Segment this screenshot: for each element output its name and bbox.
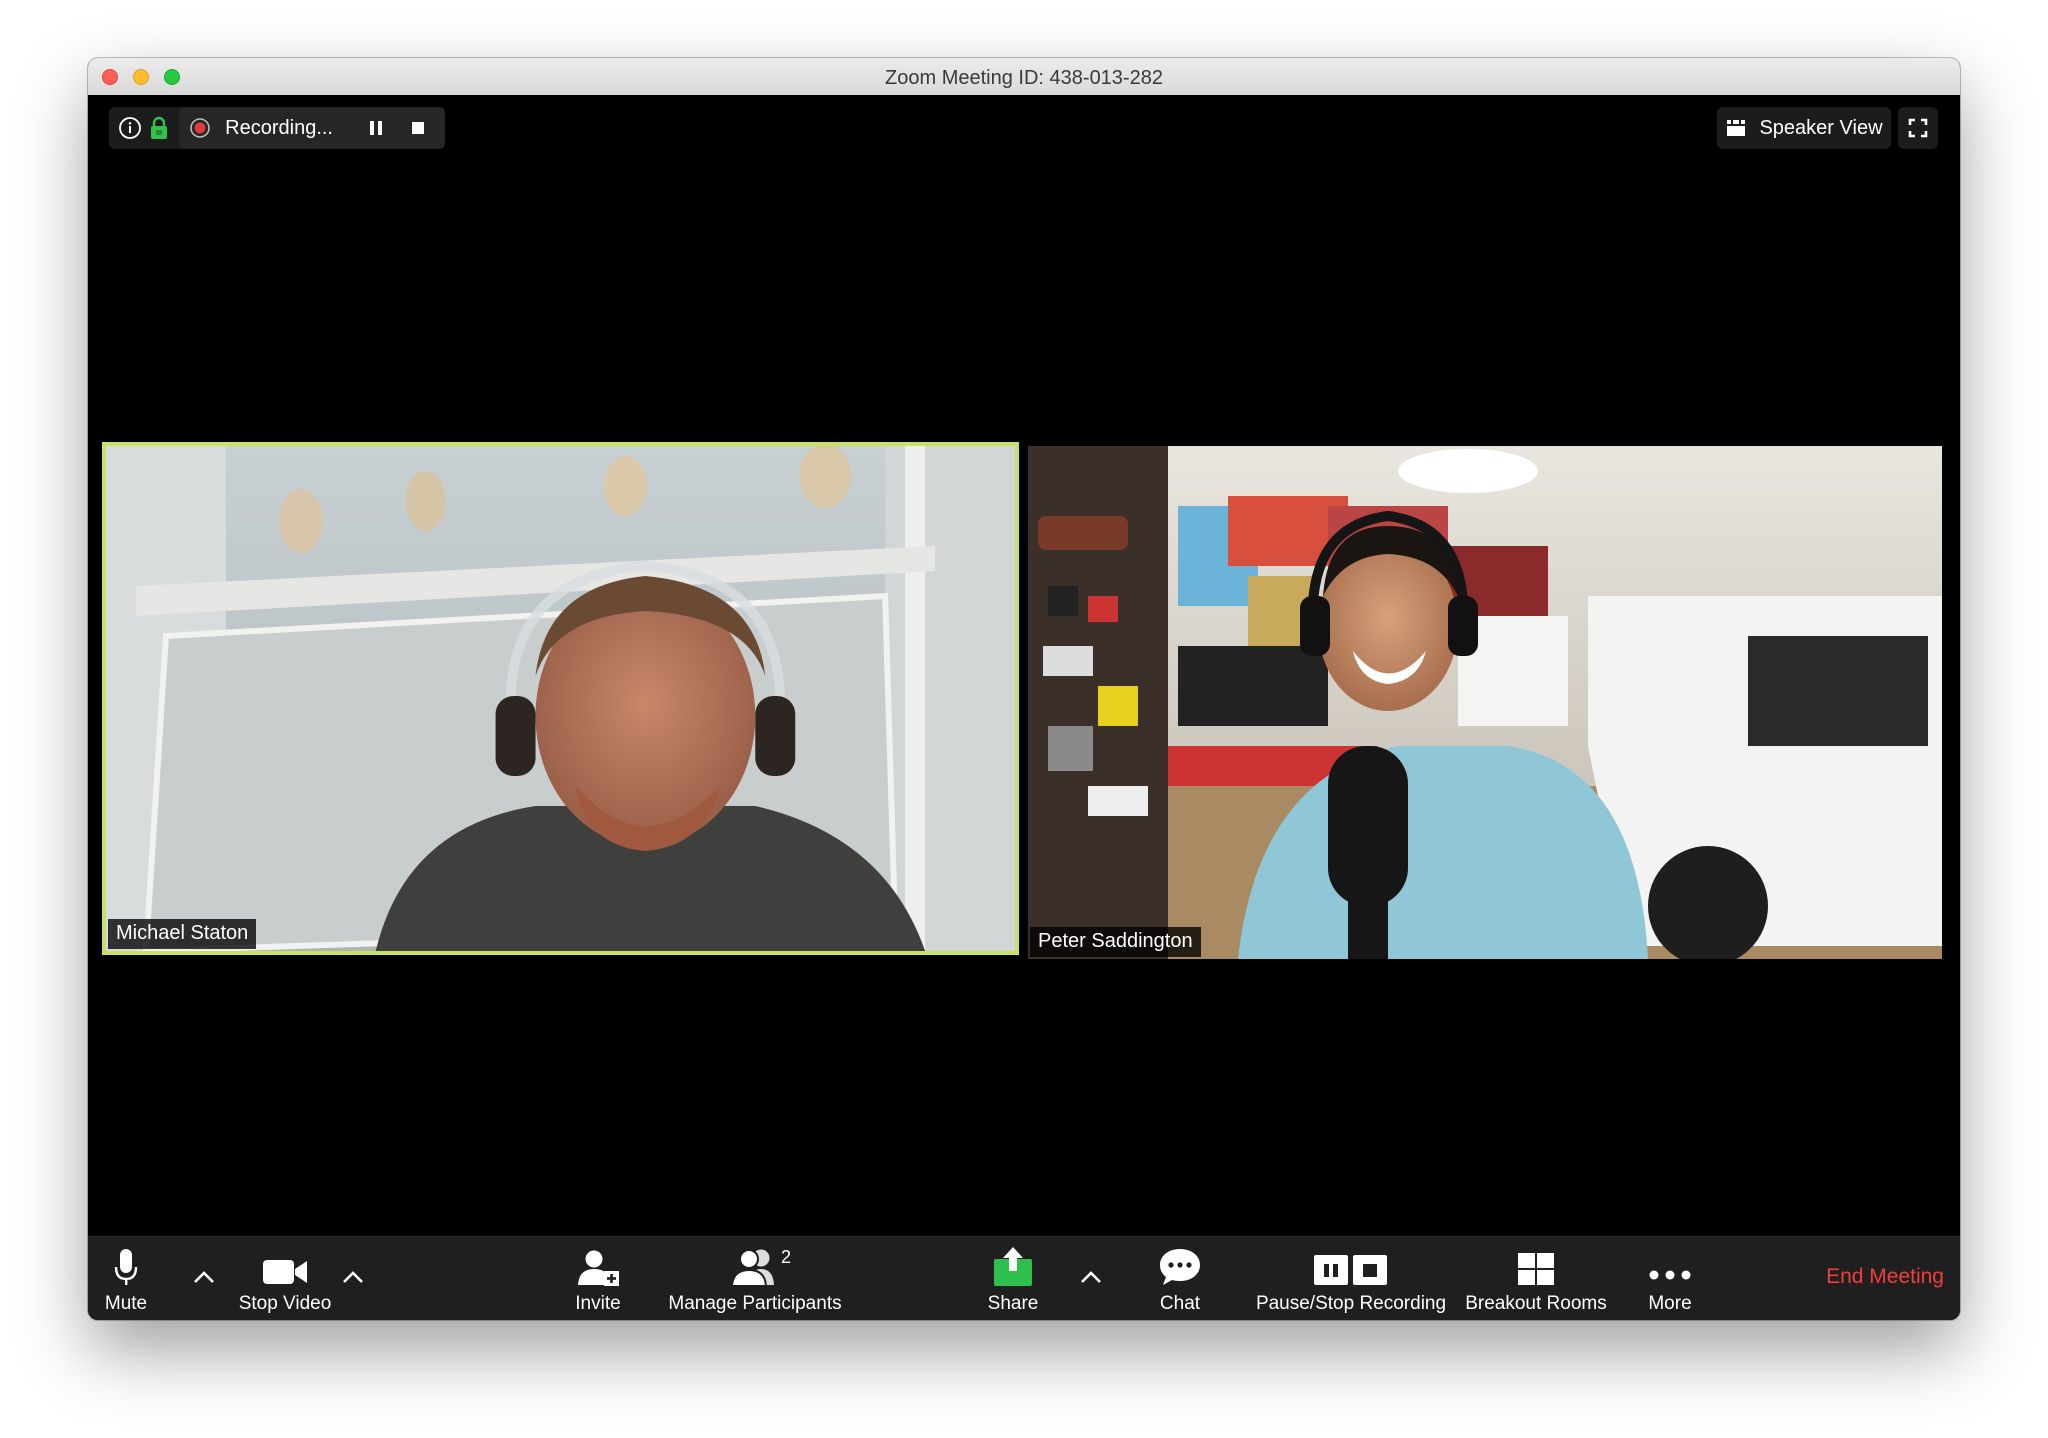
pause-recording-button[interactable] (363, 115, 389, 141)
participant-video-tile[interactable]: Peter Saddington (1028, 446, 1942, 959)
recording-indicator: Recording... (179, 107, 445, 149)
grid-view-icon (1727, 120, 1746, 136)
stop-video-button[interactable]: Stop Video (232, 1245, 338, 1315)
pause-stop-recording-label: Pause/Stop Recording (1255, 1293, 1447, 1314)
title-bar: Zoom Meeting ID: 438-013-282 (88, 58, 1960, 96)
chevron-up-icon (1081, 1271, 1101, 1283)
microphone-icon (114, 1249, 138, 1285)
chat-button[interactable]: Chat (1152, 1245, 1208, 1315)
view-label: Speaker View (1759, 116, 1883, 139)
more-button[interactable]: More (1641, 1245, 1699, 1315)
lock-icon[interactable] (146, 113, 171, 143)
video-options-caret[interactable] (341, 1265, 365, 1289)
chevron-up-icon (194, 1271, 214, 1283)
chat-label: Chat (1159, 1293, 1201, 1314)
participant-name-label: Michael Staton (108, 919, 257, 949)
recording-dot-icon (190, 118, 210, 138)
audio-options-caret[interactable] (192, 1265, 216, 1289)
more-dots-icon (1649, 1270, 1691, 1280)
chevron-up-icon (343, 1271, 363, 1283)
mute-button[interactable]: Mute (103, 1245, 149, 1315)
end-meeting-button[interactable]: End Meeting (1826, 1265, 1944, 1289)
participant-video-tile[interactable]: Michael Staton (102, 442, 1019, 955)
participant-count: 2 (781, 1247, 792, 1267)
meeting-toolbar: Mute Stop Video Invite 2 Manage Particip… (88, 1236, 1960, 1320)
manage-participants-label: Manage Participants (668, 1293, 842, 1314)
fullscreen-icon (1908, 118, 1928, 138)
stop-video-label: Stop Video (238, 1293, 332, 1314)
mute-label: Mute (104, 1293, 148, 1314)
breakout-rooms-icon (1518, 1253, 1554, 1285)
share-screen-icon (994, 1247, 1032, 1286)
window-title: Zoom Meeting ID: 438-013-282 (885, 67, 1163, 89)
breakout-rooms-button[interactable]: Breakout Rooms (1463, 1245, 1609, 1315)
fullscreen-button[interactable] (1898, 107, 1938, 149)
more-label: More (1648, 1293, 1692, 1314)
info-icon[interactable] (117, 113, 142, 143)
stop-icon (412, 122, 424, 134)
participant-video-feed (1028, 446, 1942, 959)
video-stage: Recording... Speaker View Michael Staton… (88, 95, 1960, 1236)
invite-button[interactable]: Invite (568, 1245, 628, 1315)
pause-icon (370, 121, 382, 135)
participant-video-feed (106, 446, 1015, 951)
video-camera-icon (263, 1260, 307, 1284)
breakout-rooms-label: Breakout Rooms (1465, 1293, 1607, 1314)
stop-recording-button[interactable] (405, 115, 431, 141)
add-user-icon (578, 1250, 619, 1286)
chat-bubble-icon (1160, 1249, 1200, 1285)
participant-name-label: Peter Saddington (1030, 927, 1201, 957)
speaker-view-button[interactable]: Speaker View (1717, 107, 1891, 149)
share-options-caret[interactable] (1079, 1265, 1103, 1289)
manage-participants-button[interactable]: 2 Manage Participants (666, 1245, 844, 1315)
share-label: Share (987, 1293, 1039, 1314)
pause-stop-recording-icon (1314, 1255, 1387, 1285)
zoom-meeting-window: Zoom Meeting ID: 438-013-282 Recording..… (88, 58, 1960, 1320)
recording-label: Recording... (225, 116, 333, 139)
pause-stop-recording-button[interactable]: Pause/Stop Recording (1252, 1245, 1450, 1315)
share-button[interactable]: Share (983, 1245, 1043, 1315)
invite-label: Invite (575, 1293, 621, 1314)
participants-icon (730, 1249, 774, 1287)
meeting-status-bar: Recording... (109, 107, 445, 149)
